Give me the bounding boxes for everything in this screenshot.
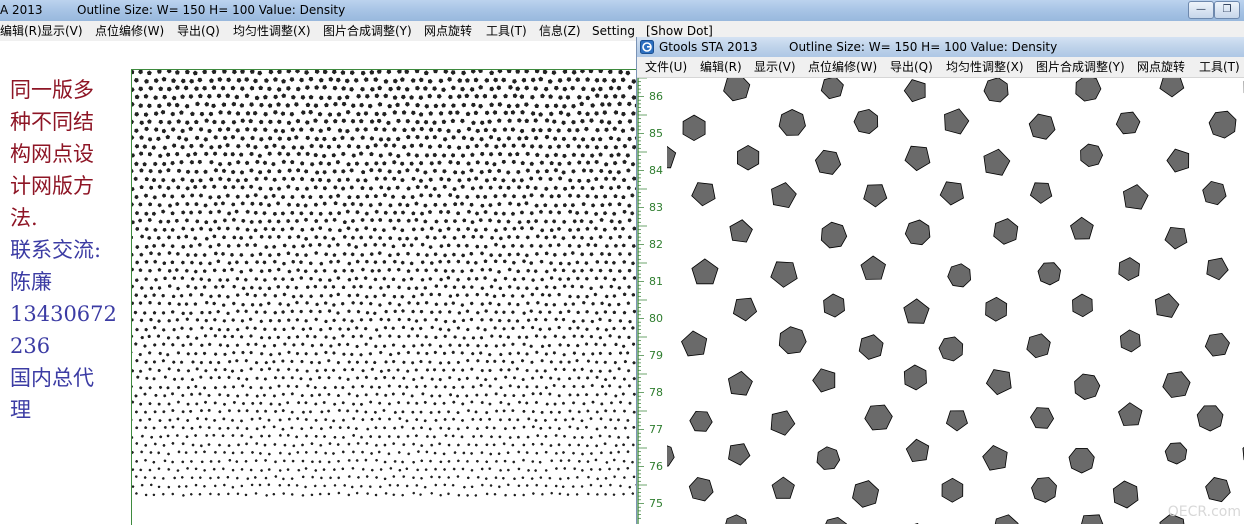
contact-phone-cont: 236 (10, 330, 128, 362)
halftone-dot-pattern (637, 78, 1244, 524)
ruler-label: 84 (649, 164, 663, 177)
ruler-label: 82 (649, 238, 663, 251)
ruler-label: 79 (649, 349, 663, 362)
menu-export[interactable]: 导出(Q) (177, 21, 220, 41)
promo-line: 同一版多 (10, 74, 128, 106)
menu-edit[interactable]: 编辑(R) (0, 21, 42, 41)
menu-tools[interactable]: 工具(T) (486, 21, 527, 41)
ruler-label: 83 (649, 201, 663, 214)
menu-view[interactable]: 显示(V) (41, 21, 83, 41)
back-window-title-info: Outline Size: W= 150 H= 100 Value: Densi… (77, 0, 345, 21)
promo-text: 同一版多 种不同结 构网点设 计网版方 法. 联系交流: 陈廉 13430672… (10, 74, 128, 426)
front-window-title-info: Outline Size: W= 150 H= 100 Value: Densi… (789, 37, 1057, 57)
dense-dot-pattern (132, 70, 637, 525)
menu-uniformity[interactable]: 均匀性调整(X) (233, 21, 311, 41)
menu-edit[interactable]: 编辑(R) (700, 57, 742, 77)
ruler-label: 80 (649, 312, 663, 325)
front-menubar: 文件(U) 编辑(R) 显示(V) 点位编修(W) 导出(Q) 均匀性调整(X)… (637, 57, 1244, 78)
menu-dot-rotate[interactable]: 网点旋转 (424, 21, 472, 41)
promo-line: 种不同结 (10, 106, 128, 138)
app-icon (640, 40, 654, 54)
menu-tools[interactable]: 工具(T) (1199, 57, 1240, 77)
menu-image-composite[interactable]: 图片合成调整(Y) (323, 21, 412, 41)
menu-uniformity[interactable]: 均匀性调整(X) (946, 57, 1024, 77)
contact-name: 陈廉 (10, 266, 128, 298)
menu-image-composite[interactable]: 图片合成调整(Y) (1036, 57, 1125, 77)
menu-dot-rotate[interactable]: 网点旋转 (1137, 57, 1185, 77)
ruler-label: 77 (649, 423, 663, 436)
vertical-ruler: 86 85 84 83 82 81 80 79 78 77 76 75 (637, 78, 667, 524)
back-window-title: A 2013 (0, 0, 43, 21)
ruler-label: 75 (649, 497, 663, 510)
menu-dot-edit[interactable]: 点位编修(W) (95, 21, 164, 41)
front-window-title: Gtools STA 2013 (659, 37, 758, 57)
ruler-label: 86 (649, 90, 663, 103)
promo-line: 计网版方 (10, 170, 128, 202)
ruler-label: 85 (649, 127, 663, 140)
menu-dot-edit[interactable]: 点位编修(W) (808, 57, 877, 77)
menu-export[interactable]: 导出(Q) (890, 57, 933, 77)
restore-button[interactable]: ❐ (1214, 1, 1240, 19)
menu-view[interactable]: 显示(V) (754, 57, 796, 77)
contact-line: 联系交流: (10, 234, 128, 266)
contact-phone: 13430672 (10, 298, 128, 330)
watermark: OECR.com (1168, 504, 1241, 520)
menu-info[interactable]: 信息(Z) (539, 21, 581, 41)
dot-canvas[interactable] (637, 78, 1244, 524)
ruler-label: 76 (649, 460, 663, 473)
menu-file[interactable]: 文件(U) (645, 57, 687, 77)
front-titlebar: Gtools STA 2013 Outline Size: W= 150 H= … (637, 37, 1244, 57)
front-window: Gtools STA 2013 Outline Size: W= 150 H= … (636, 37, 1244, 524)
contact-line: 国内总代 (10, 362, 128, 394)
contact-line: 理 (10, 394, 128, 426)
promo-line: 法. (10, 202, 128, 234)
back-titlebar: A 2013 Outline Size: W= 150 H= 100 Value… (0, 0, 1244, 21)
ruler-label: 81 (649, 275, 663, 288)
promo-line: 构网点设 (10, 138, 128, 170)
minimize-button[interactable]: — (1188, 1, 1214, 19)
ruler-label: 78 (649, 386, 663, 399)
menu-setting[interactable]: Setting (592, 21, 635, 41)
dense-dot-canvas[interactable] (131, 69, 637, 525)
